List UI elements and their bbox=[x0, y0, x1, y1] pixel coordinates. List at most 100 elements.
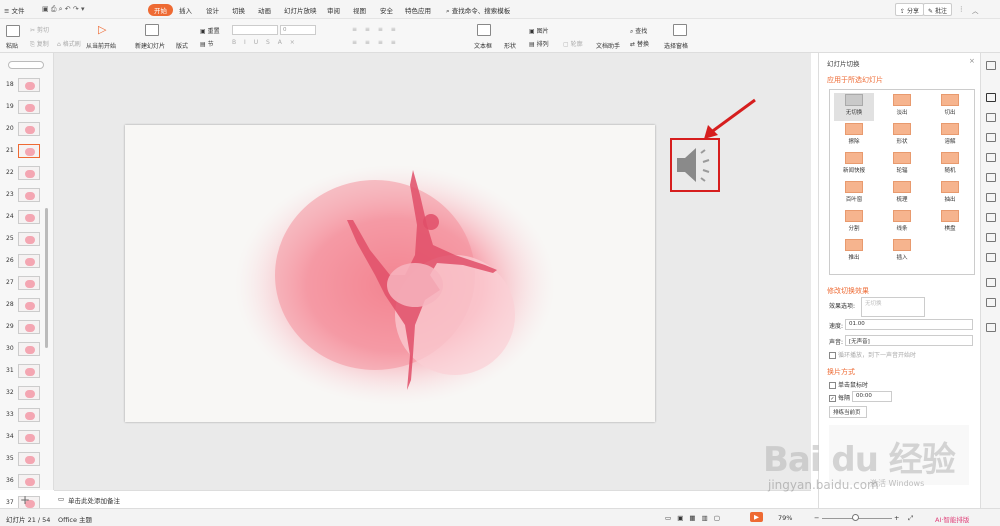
sidebar-icon-transition[interactable] bbox=[986, 93, 996, 102]
section-button[interactable]: ▤ 节 bbox=[200, 39, 214, 48]
zoom-in-icon[interactable]: + bbox=[894, 514, 899, 522]
picture-button[interactable]: ▣ 图片 bbox=[529, 26, 549, 35]
replace-button[interactable]: ⇄ 替换 bbox=[630, 39, 649, 48]
transition-option[interactable]: 推出 bbox=[834, 238, 874, 266]
tab-slideshow[interactable]: 幻灯片放映 bbox=[284, 5, 317, 15]
collapse-ribbon-icon[interactable]: ︿ bbox=[972, 5, 979, 15]
every-checkbox[interactable]: ✓ 每隔 bbox=[829, 393, 850, 402]
transition-option[interactable]: 新闻快报 bbox=[834, 151, 874, 179]
every-time-input[interactable]: 00:00 bbox=[852, 391, 892, 402]
notes-bar[interactable]: ▭ 单击此处添加备注 bbox=[54, 490, 811, 508]
transition-option[interactable]: 随机 bbox=[930, 151, 970, 179]
add-slide-icon[interactable]: + bbox=[20, 493, 30, 507]
transition-option[interactable]: 淡出 bbox=[882, 93, 922, 121]
transition-option[interactable]: 插入 bbox=[882, 238, 922, 266]
slide-thumbnail[interactable]: 20 bbox=[0, 121, 54, 137]
slide-thumbnail[interactable]: 31 bbox=[0, 363, 54, 379]
outline-button[interactable]: ▢ 轮廓 bbox=[563, 39, 583, 48]
slide-thumbnail[interactable]: 22 bbox=[0, 165, 54, 181]
shape-button[interactable]: 形状 bbox=[504, 41, 516, 50]
share-button[interactable]: ⇪ 分享 bbox=[895, 3, 924, 16]
sidebar-icon-9[interactable] bbox=[986, 233, 996, 242]
tab-insert[interactable]: 插入 bbox=[179, 5, 192, 15]
fit-window-icon[interactable]: ⤢ bbox=[908, 514, 913, 523]
format-painter-button[interactable]: ⌂ 格式刷 bbox=[57, 39, 81, 48]
sidebar-icon-12[interactable] bbox=[986, 298, 996, 307]
tab-animations[interactable]: 动画 bbox=[258, 5, 271, 15]
transition-option[interactable]: 棋盘 bbox=[930, 209, 970, 237]
sound-select[interactable]: [无声音] bbox=[845, 335, 973, 346]
slide-thumbnail[interactable]: 33 bbox=[0, 407, 54, 423]
cut-button[interactable]: ✂ 剪切 bbox=[30, 25, 49, 34]
slide-thumbnail[interactable]: 18 bbox=[0, 77, 54, 93]
find-button[interactable]: ⌕ 查找 bbox=[630, 26, 647, 36]
current-slide[interactable] bbox=[125, 125, 655, 422]
tab-view[interactable]: 视图 bbox=[353, 5, 366, 15]
slide-thumbnail[interactable]: 19 bbox=[0, 99, 54, 115]
ai-layout-button[interactable]: AI·智能排版 bbox=[935, 514, 969, 524]
layout-button[interactable]: 版式 bbox=[176, 41, 188, 50]
view-buttons[interactable]: ▭ ▣ ▦ ▥ ▢ bbox=[665, 514, 722, 522]
align-buttons[interactable]: ≡ ≡ ≡ ≡ bbox=[352, 39, 399, 46]
tab-special[interactable]: 特色应用 bbox=[405, 5, 431, 15]
sidebar-icon-7[interactable] bbox=[986, 193, 996, 202]
close-icon[interactable]: × bbox=[969, 57, 975, 65]
speaker-icon[interactable] bbox=[672, 140, 718, 190]
transition-option[interactable]: 梳理 bbox=[882, 180, 922, 208]
slide-thumbnail-pane[interactable]: 18 19 20 21 22 23 24 25 26 27 28 29 30 31 32 33 34 35 36 37… bbox=[0, 53, 54, 510]
sidebar-icon-13[interactable] bbox=[986, 323, 996, 332]
slide-thumbnail[interactable]: 35 bbox=[0, 451, 54, 467]
transition-option[interactable]: 线条 bbox=[882, 209, 922, 237]
slide-thumbnail[interactable]: 32 bbox=[0, 385, 54, 401]
sidebar-icon-11[interactable] bbox=[986, 278, 996, 287]
tab-transitions[interactable]: 切换 bbox=[232, 5, 245, 15]
zoom-slider-thumb[interactable] bbox=[852, 514, 859, 521]
rehearse-button[interactable]: 排练当前页 bbox=[829, 406, 867, 418]
textbox-icon[interactable] bbox=[477, 24, 493, 36]
transition-option[interactable]: 轮辐 bbox=[882, 151, 922, 179]
sidebar-icon-8[interactable] bbox=[986, 213, 996, 222]
font-format-buttons[interactable]: B I U S A × bbox=[232, 39, 298, 46]
transition-option[interactable]: 切出 bbox=[930, 93, 970, 121]
doc-helper-button[interactable]: 文档助手 bbox=[596, 41, 620, 50]
speed-input[interactable]: 01.00 bbox=[845, 319, 973, 330]
play-slideshow-button[interactable]: ▶ bbox=[750, 512, 763, 522]
tab-design[interactable]: 设计 bbox=[206, 5, 219, 15]
font-size-select[interactable]: 0 bbox=[280, 25, 316, 35]
reset-button[interactable]: ▣ 重置 bbox=[200, 26, 220, 35]
copy-button[interactable]: ⎘ 复制 bbox=[30, 39, 49, 49]
sidebar-icon-5[interactable] bbox=[986, 153, 996, 162]
zoom-level[interactable]: 79% bbox=[778, 514, 792, 522]
loop-checkbox[interactable]: 循环播放，到下一声音开始时 bbox=[829, 350, 916, 359]
file-menu[interactable]: ≡ 文件 bbox=[4, 5, 25, 15]
sidebar-icon-1[interactable] bbox=[986, 61, 996, 70]
new-slide-icon[interactable] bbox=[145, 24, 161, 36]
transition-option[interactable]: 百叶窗 bbox=[834, 180, 874, 208]
sidebar-icon-3[interactable] bbox=[986, 113, 996, 122]
font-name-select[interactable] bbox=[232, 25, 278, 35]
select-pane-icon[interactable] bbox=[673, 24, 689, 36]
paste-button[interactable] bbox=[6, 25, 22, 37]
slide-thumbnail[interactable]: 21 bbox=[0, 143, 54, 159]
arrange-button[interactable]: ▤ 排列 bbox=[529, 39, 549, 48]
on-click-checkbox[interactable]: 单击鼠标时 bbox=[829, 380, 868, 389]
transition-option[interactable]: 溶解 bbox=[930, 122, 970, 150]
transition-option[interactable]: 抽出 bbox=[930, 180, 970, 208]
zoom-out-icon[interactable]: − bbox=[814, 514, 819, 522]
view-toggle[interactable] bbox=[8, 61, 44, 69]
play-icon[interactable]: ▷ bbox=[98, 23, 106, 36]
select-pane-button[interactable]: 选择窗格 bbox=[664, 41, 688, 50]
slide-thumbnail[interactable]: 34 bbox=[0, 429, 54, 445]
paragraph-buttons[interactable]: ≡ ≡ ≡ ≡ bbox=[352, 26, 399, 33]
sidebar-icon-10[interactable] bbox=[986, 253, 996, 262]
comment-button[interactable]: ✎ 批注 bbox=[923, 3, 952, 16]
tab-home[interactable]: 开始 bbox=[148, 4, 173, 16]
slide-thumbnail[interactable]: 23 bbox=[0, 187, 54, 203]
tab-security[interactable]: 安全 bbox=[380, 5, 393, 15]
search-command[interactable]: ⌕ 查找命令、搜索模板 bbox=[446, 5, 510, 16]
sidebar-icon-6[interactable] bbox=[986, 173, 996, 182]
transition-option[interactable]: 无切换 bbox=[834, 93, 874, 121]
transition-option[interactable]: 分割 bbox=[834, 209, 874, 237]
more-icon[interactable]: ⋮ bbox=[958, 5, 965, 13]
slide-thumbnail[interactable]: 36 bbox=[0, 473, 54, 489]
